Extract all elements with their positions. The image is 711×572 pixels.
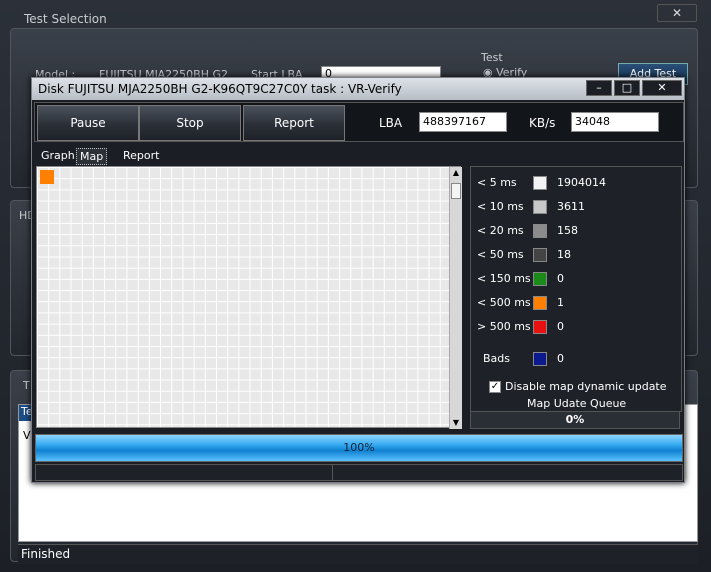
legend-count: 1904014 <box>557 176 606 189</box>
latency-legend: < 5 ms 1904014 < 10 ms 3611 < 20 ms 158 … <box>470 166 682 412</box>
verify-task-dialog: Disk FUJITSU MJA2250BH G2-K96QT9C27C0Y t… <box>31 77 685 483</box>
test-group-label: Test <box>481 51 503 64</box>
legend-row: < 50 ms 18 <box>477 247 677 263</box>
legend-count: 0 <box>557 320 564 333</box>
close-button[interactable]: ✕ <box>642 80 682 96</box>
dialog-toolbar: Pause Stop Report LBA 488397167 KB/s 340… <box>34 102 684 142</box>
tab-map[interactable]: Map <box>76 148 108 165</box>
status-separator <box>332 465 333 480</box>
surface-map: ▲ ▼ <box>36 166 462 429</box>
legend-label: < 50 ms <box>477 248 524 261</box>
map-queue-progress: 0% <box>470 411 680 429</box>
tab-report[interactable]: Report <box>120 148 162 165</box>
legend-swatch <box>533 200 547 214</box>
minimize-button[interactable]: – <box>586 80 612 96</box>
task-panel-label: T <box>23 379 30 392</box>
disable-map-update-checkbox[interactable]: ✓ <box>489 381 501 393</box>
disable-map-update-label: Disable map dynamic update <box>505 380 667 393</box>
progress-text: 100% <box>343 441 375 454</box>
legend-label: Bads <box>483 352 511 365</box>
lba-field[interactable]: 488397167 <box>419 112 507 132</box>
background-close-button[interactable]: ✕ <box>657 4 697 22</box>
legend-swatch <box>533 352 547 366</box>
legend-swatch <box>533 248 547 262</box>
legend-swatch <box>533 296 547 310</box>
legend-label: > 500 ms <box>477 320 531 333</box>
background-status-bar: Finished <box>18 544 698 564</box>
legend-label: < 5 ms <box>477 176 517 189</box>
dialog-title-bar[interactable]: Disk FUJITSU MJA2250BH G2-K96QT9C27C0Y t… <box>32 78 684 100</box>
report-button[interactable]: Report <box>243 105 345 141</box>
maximize-button[interactable]: □ <box>614 80 640 96</box>
legend-row: < 5 ms 1904014 <box>477 175 677 191</box>
scroll-up-icon[interactable]: ▲ <box>450 167 462 179</box>
scroll-down-icon[interactable]: ▼ <box>450 417 462 429</box>
map-queue-label: Map Udate Queue <box>527 397 627 410</box>
legend-count: 158 <box>557 224 578 237</box>
dialog-status-bar <box>35 464 683 481</box>
legend-label: < 10 ms <box>477 200 524 213</box>
map-block-orange <box>40 170 54 184</box>
stop-button[interactable]: Stop <box>139 105 241 141</box>
legend-label: < 150 ms <box>477 272 531 285</box>
legend-swatch <box>533 320 547 334</box>
kbs-label: KB/s <box>529 116 556 130</box>
legend-count: 0 <box>557 352 564 365</box>
verify-progress-bar: 100% <box>35 434 683 462</box>
legend-count: 18 <box>557 248 571 261</box>
legend-label: < 500 ms <box>477 296 531 309</box>
legend-label: < 20 ms <box>477 224 524 237</box>
legend-count: 0 <box>557 272 564 285</box>
legend-row: < 10 ms 3611 <box>477 199 677 215</box>
kbs-field[interactable]: 34048 <box>571 112 659 132</box>
legend-row: Bads 0 <box>477 351 677 367</box>
legend-row: > 500 ms 0 <box>477 319 677 335</box>
legend-swatch <box>533 176 547 190</box>
legend-row: < 20 ms 158 <box>477 223 677 239</box>
map-scrollbar[interactable]: ▲ ▼ <box>449 167 462 429</box>
legend-count: 1 <box>557 296 564 309</box>
pause-button[interactable]: Pause <box>37 105 139 141</box>
lba-label: LBA <box>379 116 403 130</box>
tab-graph[interactable]: Graph <box>38 148 78 165</box>
legend-swatch <box>533 272 547 286</box>
task-list-item[interactable]: V <box>23 429 31 442</box>
legend-row: < 150 ms 0 <box>477 271 677 287</box>
legend-row: < 500 ms 1 <box>477 295 677 311</box>
legend-swatch <box>533 224 547 238</box>
background-window-title: Test Selection <box>24 12 107 26</box>
legend-count: 3611 <box>557 200 585 213</box>
dialog-title: Disk FUJITSU MJA2250BH G2-K96QT9C27C0Y t… <box>38 82 402 96</box>
scroll-thumb[interactable] <box>451 183 461 199</box>
